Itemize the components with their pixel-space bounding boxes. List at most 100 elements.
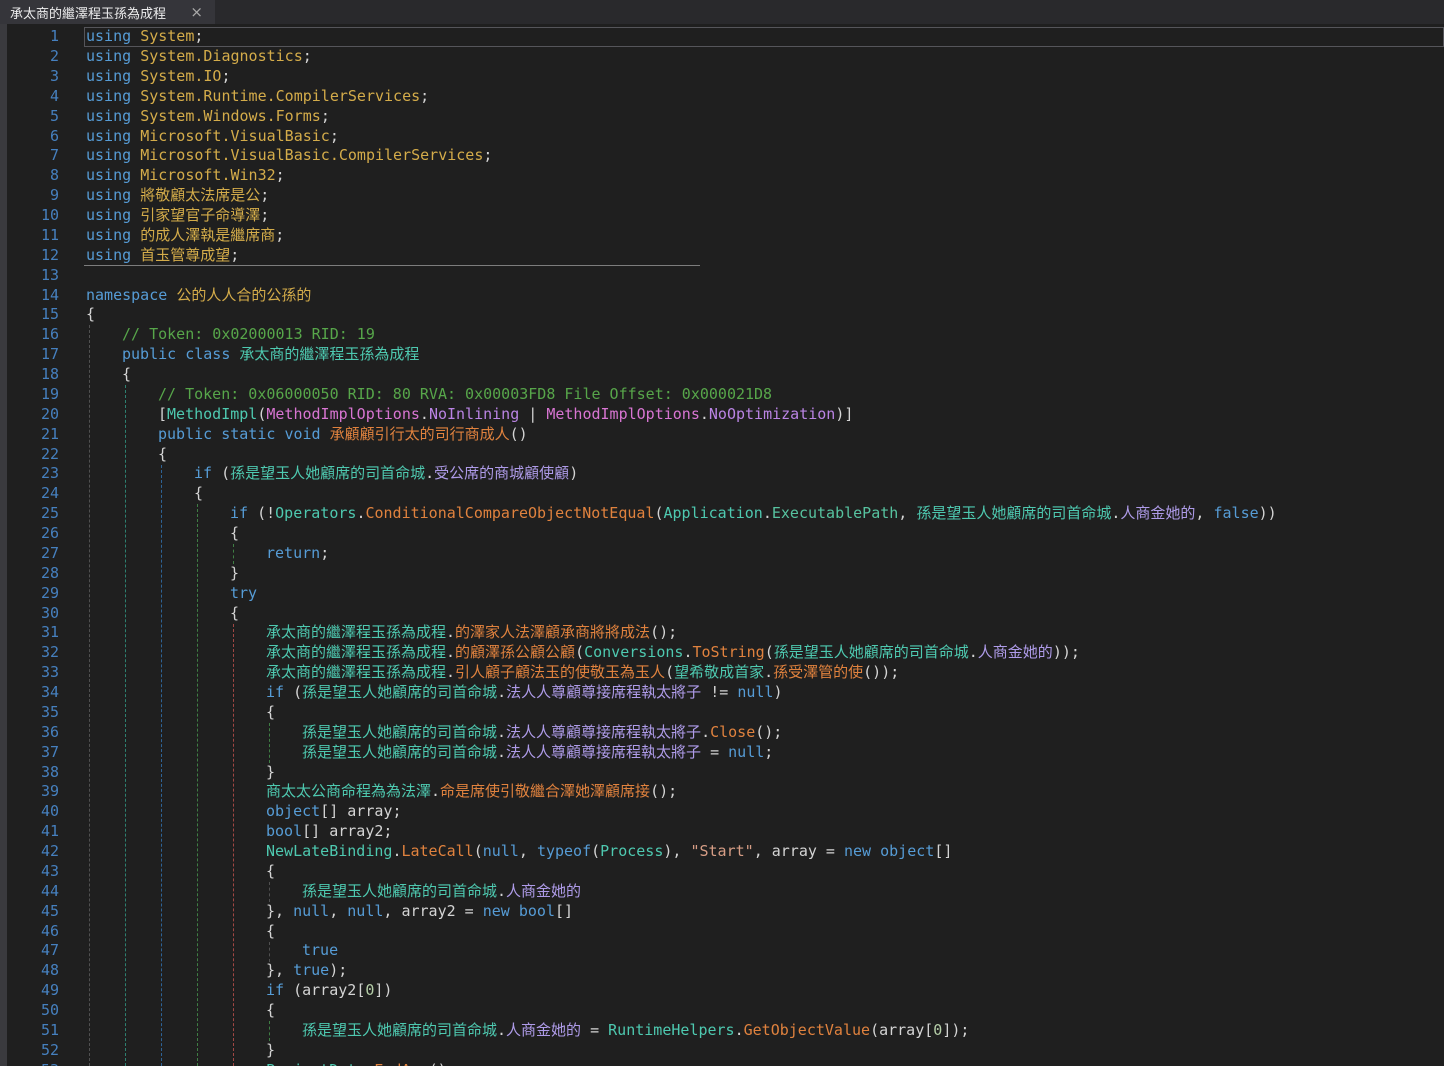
code-token-ty[interactable]: 孫是望玉人她顧席的司首命城 (302, 743, 497, 761)
code-line[interactable]: 48}, true); (7, 961, 1444, 981)
code-token-ty[interactable]: 孫是望玉人她顧席的司首命城 (230, 464, 425, 482)
code-token-ns[interactable]: Microsoft.Win32 (140, 166, 275, 184)
code-line[interactable]: 16// Token: 0x02000013 RID: 19 (7, 325, 1444, 345)
code-token-ty[interactable]: 望希敬成首家 (674, 663, 764, 681)
code-token-en[interactable]: MethodImplOptions (546, 405, 700, 423)
code-line[interactable]: 17public class 承太商的繼澤程玉孫為成程 (7, 345, 1444, 365)
code-token-ty[interactable]: ProjectData (266, 1061, 365, 1066)
code-token-fi[interactable]: 人商金她的 (506, 1021, 581, 1039)
code-line[interactable]: 11using 的成人澤執是繼席商; (7, 226, 1444, 246)
code-token-ns[interactable]: System (140, 27, 194, 45)
code-line[interactable]: 26{ (7, 524, 1444, 544)
code-editor[interactable]: 1using System;2using System.Diagnostics;… (0, 24, 1444, 1066)
code-line[interactable]: 44孫是望玉人她顧席的司首命城.人商金她的 (7, 882, 1444, 902)
code-token-ty[interactable]: Process (600, 842, 663, 860)
code-token-ty[interactable]: 承太商的繼澤程玉孫為成程 (266, 663, 446, 681)
code-token-me[interactable]: Close (710, 723, 755, 741)
code-token-fi[interactable]: 法人人尊顧尊接席程執太將子 (506, 743, 701, 761)
code-token-ty[interactable]: 孫是望玉人她顧席的司首命城 (916, 504, 1111, 522)
code-token-ns[interactable]: System.IO (140, 67, 221, 85)
code-line[interactable]: 15{ (7, 305, 1444, 325)
code-line[interactable]: 9using 將敬顧太法席是公; (7, 186, 1444, 206)
code-token-ns[interactable]: System.Diagnostics (140, 47, 303, 65)
code-line[interactable]: 14namespace 公的人人合的公孫的 (7, 286, 1444, 306)
code-line[interactable]: 24{ (7, 484, 1444, 504)
code-line[interactable]: 10using 引家望官子命導澤; (7, 206, 1444, 226)
code-line[interactable]: 32承太商的繼澤程玉孫為成程.的顧澤孫公顧公顧(Conversions.ToSt… (7, 643, 1444, 663)
code-token-ns[interactable]: Microsoft.VisualBasic.CompilerServices (140, 146, 483, 164)
code-line[interactable]: 25if (!Operators.ConditionalCompareObjec… (7, 504, 1444, 524)
code-line[interactable]: 40object[] array; (7, 802, 1444, 822)
code-line[interactable]: 47true (7, 941, 1444, 961)
code-token-fi[interactable]: 人商金她的 (506, 882, 581, 900)
code-line[interactable]: 21public static void 承顧顧引行太的司行商成人() (7, 425, 1444, 445)
code-token-ns[interactable]: System.Runtime.CompilerServices (140, 87, 420, 105)
code-line[interactable]: 42NewLateBinding.LateCall(null, typeof(P… (7, 842, 1444, 862)
code-line[interactable]: 49if (array2[0]) (7, 981, 1444, 1001)
code-token-ty[interactable]: 商太太公商命程為為法澤 (266, 782, 431, 800)
code-token-me[interactable]: 孫受澤管的使 (773, 663, 863, 681)
code-token-ty[interactable]: Conversions (584, 643, 683, 661)
code-token-me[interactable]: 的顧澤孫公顧公顧 (455, 643, 575, 661)
code-token-ns[interactable]: 公的人人合的公孫的 (176, 286, 311, 304)
code-token-me[interactable]: LateCall (401, 842, 473, 860)
code-line[interactable]: 43{ (7, 862, 1444, 882)
tab-active[interactable]: 承太商的繼澤程玉孫為成程 × (0, 0, 215, 24)
code-line[interactable]: 34if (孫是望玉人她顧席的司首命城.法人人尊顧尊接席程執太將子 != nul… (7, 683, 1444, 703)
code-token-ty[interactable]: 孫是望玉人她顧席的司首命城 (774, 643, 969, 661)
code-line[interactable]: 51孫是望玉人她顧席的司首命城.人商金她的 = RuntimeHelpers.G… (7, 1021, 1444, 1041)
code-token-ty[interactable]: 承太商的繼澤程玉孫為成程 (266, 623, 446, 641)
code-line[interactable]: 7using Microsoft.VisualBasic.CompilerSer… (7, 146, 1444, 166)
code-token-ty[interactable]: 孫是望玉人她顧席的司首命城 (302, 882, 497, 900)
code-line[interactable]: 50{ (7, 1001, 1444, 1021)
code-line[interactable]: 19// Token: 0x06000050 RID: 80 RVA: 0x00… (7, 385, 1444, 405)
code-line[interactable]: 35{ (7, 703, 1444, 723)
code-line[interactable]: 53ProjectData.EndApp(); (7, 1061, 1444, 1066)
code-token-me[interactable]: 引人顧子顧法玉的使敬玉為玉人 (455, 663, 665, 681)
code-line[interactable]: 3using System.IO; (7, 67, 1444, 87)
code-token-en[interactable]: MethodImplOptions (266, 405, 420, 423)
code-token-ty[interactable]: 承太商的繼澤程玉孫為成程 (266, 643, 446, 661)
code-line[interactable]: 27return; (7, 544, 1444, 564)
code-token-me[interactable]: EndApp (374, 1061, 428, 1066)
code-token-me[interactable]: 命是席使引敬繼合澤她澤顧席接 (440, 782, 650, 800)
code-line[interactable]: 8using Microsoft.Win32; (7, 166, 1444, 186)
code-token-ty[interactable]: MethodImpl (167, 405, 257, 423)
code-token-ns[interactable]: 引家望官子命導澤 (140, 206, 260, 224)
code-line[interactable]: 18{ (7, 365, 1444, 385)
code-line[interactable]: 5using System.Windows.Forms; (7, 107, 1444, 127)
code-line[interactable]: 28} (7, 564, 1444, 584)
code-line[interactable]: 2using System.Diagnostics; (7, 47, 1444, 67)
code-token-fi[interactable]: 人商金她的 (978, 643, 1053, 661)
code-line[interactable]: 31承太商的繼澤程玉孫為成程.的澤家人法澤顧承商將將成法(); (7, 623, 1444, 643)
code-token-ty[interactable]: 承太商的繼澤程玉孫為成程 (239, 345, 419, 363)
code-token-ns[interactable]: 的成人澤執是繼席商 (140, 226, 275, 244)
code-token-ty[interactable]: 孫是望玉人她顧席的司首命城 (302, 683, 497, 701)
code-line[interactable]: 6using Microsoft.VisualBasic; (7, 127, 1444, 147)
code-line[interactable]: 38} (7, 763, 1444, 783)
code-token-ef[interactable]: NoOptimization (709, 405, 835, 423)
code-token-me[interactable]: GetObjectValue (744, 1021, 870, 1039)
code-token-ty[interactable]: RuntimeHelpers (608, 1021, 734, 1039)
code-token-ns[interactable]: System.Windows.Forms (140, 107, 321, 125)
code-token-ns[interactable]: Microsoft.VisualBasic (140, 127, 330, 145)
code-line[interactable]: 1using System; (7, 27, 1444, 47)
tab-close-icon[interactable]: × (188, 5, 205, 20)
code-token-ns[interactable]: 首玉管尊成望 (140, 246, 230, 264)
code-token-fi[interactable]: 受公席的商城顧使顧 (434, 464, 569, 482)
code-token-me[interactable]: ToString (692, 643, 764, 661)
code-token-ty[interactable]: 孫是望玉人她顧席的司首命城 (302, 723, 497, 741)
code-token-fi[interactable]: 法人人尊顧尊接席程執太將子 (506, 683, 701, 701)
code-line[interactable]: 37孫是望玉人她顧席的司首命城.法人人尊顧尊接席程執太將子 = null; (7, 743, 1444, 763)
code-line[interactable]: 13 (7, 266, 1444, 286)
code-line[interactable]: 4using System.Runtime.CompilerServices; (7, 87, 1444, 107)
code-line[interactable]: 33承太商的繼澤程玉孫為成程.引人顧子顧法玉的使敬玉為玉人(望希敬成首家.孫受澤… (7, 663, 1444, 683)
code-token-me[interactable]: ConditionalCompareObjectNotEqual (365, 504, 654, 522)
code-line[interactable]: 36孫是望玉人她顧席的司首命城.法人人尊顧尊接席程執太將子.Close(); (7, 723, 1444, 743)
code-line[interactable]: 20[MethodImpl(MethodImplOptions.NoInlini… (7, 405, 1444, 425)
code-token-fi[interactable]: 法人人尊顧尊接席程執太將子 (506, 723, 701, 741)
code-token-ef[interactable]: NoInlining (429, 405, 519, 423)
code-line[interactable]: 46{ (7, 922, 1444, 942)
code-token-me[interactable]: 的澤家人法澤顧承商將將成法 (455, 623, 650, 641)
code-token-fi[interactable]: 人商金她的 (1120, 504, 1195, 522)
